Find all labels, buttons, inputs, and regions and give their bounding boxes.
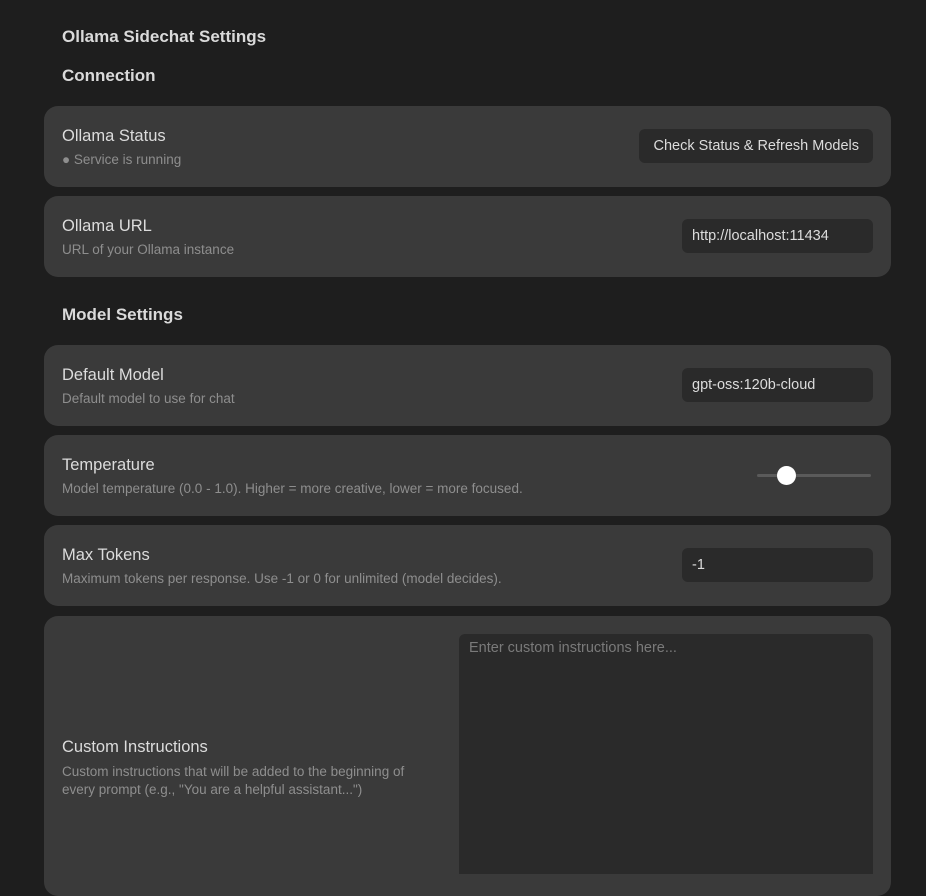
setting-name-custom-instructions: Custom Instructions	[62, 738, 208, 756]
default-model-input[interactable]	[682, 368, 873, 402]
setting-default-model: Default Model Default model to use for c…	[44, 345, 891, 426]
section-title-model-settings: Model Settings	[62, 305, 183, 324]
custom-instructions-textarea[interactable]	[459, 634, 873, 874]
page-title: Ollama Sidechat Settings	[62, 27, 267, 46]
setting-name-ollama-status: Ollama Status	[62, 127, 166, 145]
setting-ollama-status: Ollama Status ● Service is running Check…	[44, 106, 891, 187]
setting-desc-ollama-url: URL of your Ollama instance	[62, 242, 235, 257]
setting-custom-instructions: Custom Instructions Custom instructions …	[44, 616, 891, 896]
setting-name-ollama-url: Ollama URL	[62, 217, 152, 235]
ollama-url-input[interactable]	[682, 219, 873, 253]
setting-temperature: Temperature Model temperature (0.0 - 1.0…	[44, 435, 891, 516]
status-text: ● Service is running	[62, 152, 182, 167]
setting-ollama-url: Ollama URL URL of your Ollama instance	[44, 196, 891, 277]
setting-desc-temperature: Model temperature (0.0 - 1.0). Higher = …	[62, 481, 523, 496]
setting-max-tokens: Max Tokens Maximum tokens per response. …	[44, 525, 891, 606]
section-title-connection: Connection	[62, 66, 156, 85]
temperature-slider-thumb[interactable]	[776, 466, 796, 485]
setting-desc-custom-instructions: Custom instructions that will be added t…	[62, 764, 405, 797]
setting-name-default-model: Default Model	[62, 366, 164, 384]
setting-name-max-tokens: Max Tokens	[62, 546, 150, 564]
check-status-button[interactable]: Check Status & Refresh Models	[639, 129, 873, 163]
setting-desc-default-model: Default model to use for chat	[62, 391, 235, 406]
temperature-slider[interactable]	[757, 466, 871, 485]
max-tokens-input[interactable]	[682, 548, 873, 582]
setting-name-temperature: Temperature	[62, 456, 155, 474]
setting-desc-max-tokens: Maximum tokens per response. Use -1 or 0…	[62, 571, 502, 586]
